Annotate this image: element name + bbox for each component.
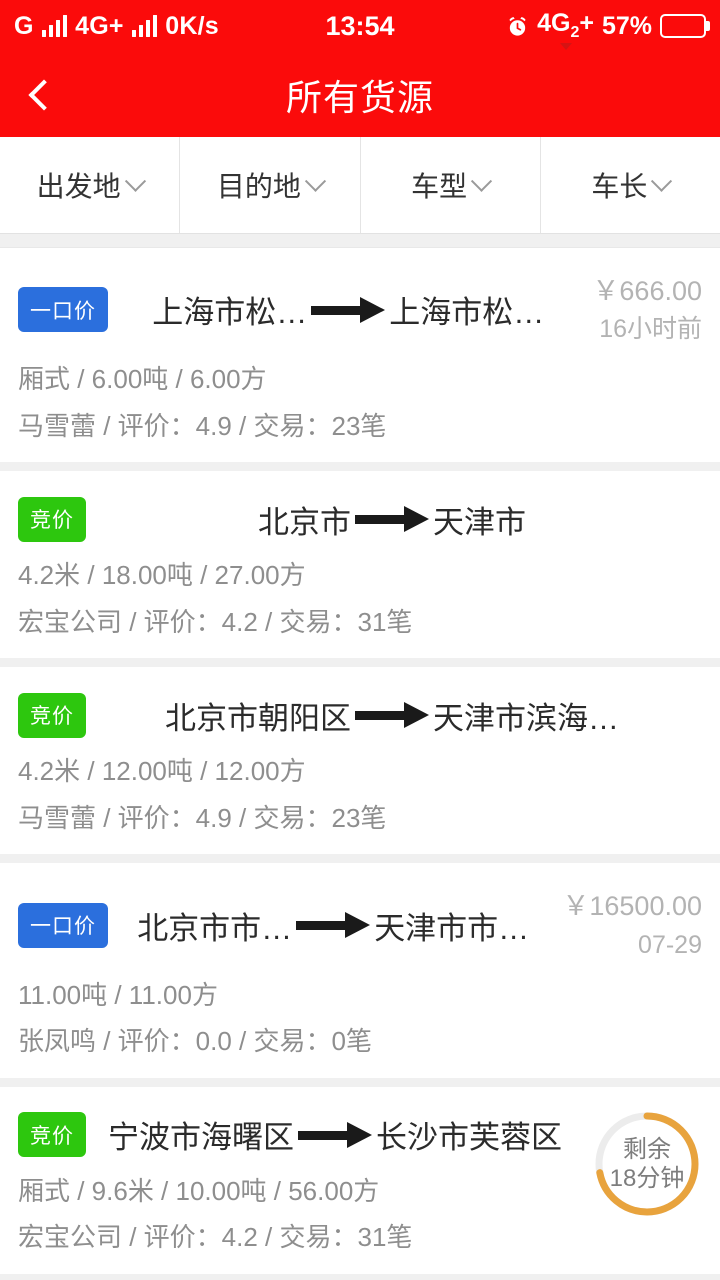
countdown-label-block: 剩余 18分钟 <box>592 1109 702 1219</box>
cargo-origin: 宁波市海曙区 <box>108 1120 294 1156</box>
filter-vehicle-length[interactable]: 车长 <box>541 137 720 233</box>
cargo-badge: 一口价 <box>18 902 108 948</box>
filter-vehicle-type-label: 车型 <box>411 171 468 202</box>
app-root: G 4G+ 0K/s 13:54 4G2+ 57% 所有货源 出发地 目的地 车… <box>0 0 720 1280</box>
cargo-destination: 天津市市… <box>374 910 530 946</box>
arrow-right-icon <box>355 702 429 729</box>
filter-destination[interactable]: 目的地 <box>180 137 361 233</box>
cargo-list-item[interactable]: 一口价 上海市松… 上海市松… ￥666.00 16小时前 厢式 / 6.00吨… <box>0 248 720 472</box>
signal-bars-icon <box>41 15 68 37</box>
status-bar-right: 4G2+ 57% <box>506 9 706 50</box>
cargo-shipper: 宏宝公司 / 评价：4.2 / 交易：31笔 <box>18 606 413 637</box>
cargo-price-block: ￥666.00 16小时前 <box>588 272 702 347</box>
cargo-price-block: ￥16500.00 07-29 <box>558 887 702 962</box>
cargo-origin: 北京市 <box>258 504 351 540</box>
cargo-spec: 厢式 / 6.00吨 / 6.00方 <box>18 364 267 395</box>
cargo-list-item[interactable]: 竞价 宁波市海曙区 长沙市芙蓉区 厢式 / 9.6米 / 10.00吨 / 56… <box>0 1086 720 1280</box>
cargo-route: 上海市松… 上海市松… <box>108 287 588 332</box>
cargo-destination: 天津市 <box>433 504 526 540</box>
countdown-label: 剩余 <box>623 1135 671 1163</box>
cargo-list-item[interactable]: 一口价 北京市市… 天津市市… ￥16500.00 07-29 11.00吨 /… <box>0 863 720 1087</box>
cargo-list-item[interactable]: 竞价 北京市 天津市 4.2米 / 18.00吨 / 27.00方 宏宝公司 /… <box>0 471 720 668</box>
chevron-down-icon <box>304 170 326 192</box>
cargo-route: 北京市 天津市 <box>86 497 698 542</box>
cargo-spec: 11.00吨 / 11.00方 <box>18 979 218 1010</box>
battery-percent-label: 57% <box>601 11 652 40</box>
filter-vehicle-length-label: 车长 <box>591 171 648 202</box>
cargo-route-row: 一口价 北京市市… 天津市市… ￥16500.00 07-29 <box>18 887 702 962</box>
network-speed-label: 0K/s <box>165 11 219 40</box>
cargo-route-row: 一口价 上海市松… 上海市松… ￥666.00 16小时前 <box>18 272 702 347</box>
cargo-route: 北京市市… 天津市市… <box>108 903 558 948</box>
content-gap-divider <box>0 234 720 248</box>
cargo-badge: 竞价 <box>18 496 86 542</box>
filter-vehicle-type[interactable]: 车型 <box>361 137 541 233</box>
cargo-shipper: 张凤鸣 / 评价：0.0 / 交易：0笔 <box>18 1026 372 1057</box>
alarm-clock-icon <box>506 15 529 38</box>
network-right-label: 4G2+ <box>537 9 594 50</box>
cargo-shipper: 马雪蕾 / 评价：4.9 / 交易：23笔 <box>18 410 387 441</box>
cargo-time: 16小时前 <box>599 315 702 344</box>
carrier-label: G <box>14 11 34 40</box>
cargo-destination: 长沙市芙蓉区 <box>376 1120 562 1156</box>
arrow-right-icon <box>296 912 371 939</box>
cargo-route: 北京市朝阳区 天津市滨海… <box>86 693 698 738</box>
network-indicator-icon <box>559 43 572 50</box>
cargo-list-item[interactable]: 竞价 北京市朝阳区 天津市滨海… 4.2米 / 12.00吨 / 12.00方 … <box>0 667 720 864</box>
cargo-price: ￥16500.00 <box>562 891 702 922</box>
cargo-spec: 4.2米 / 12.00吨 / 12.00方 <box>18 756 306 787</box>
chevron-down-icon <box>124 170 146 192</box>
cargo-origin: 北京市市… <box>137 910 293 946</box>
signal-bars-icon-2 <box>131 15 158 37</box>
cargo-shipper: 马雪蕾 / 评价：4.9 / 交易：23笔 <box>18 802 387 833</box>
filter-origin[interactable]: 出发地 <box>0 137 181 233</box>
arrow-right-icon <box>355 506 429 533</box>
cargo-route-row: 竞价 北京市 天津市 <box>18 495 702 543</box>
chevron-down-icon <box>651 170 673 192</box>
arrow-right-icon <box>311 296 386 323</box>
status-bar-left: G 4G+ 0K/s <box>14 12 219 41</box>
network-right-plus: + <box>579 9 594 37</box>
cargo-shipper: 宏宝公司 / 评价：4.2 / 交易：31笔 <box>18 1222 413 1253</box>
network-right-sub: 2 <box>570 24 580 41</box>
cargo-list: 一口价 上海市松… 上海市松… ￥666.00 16小时前 厢式 / 6.00吨… <box>0 248 720 1280</box>
chevron-left-icon <box>28 78 60 111</box>
network-right-main: 4G <box>537 9 571 37</box>
network-type-label: 4G+ <box>75 11 124 40</box>
cargo-badge: 竞价 <box>18 1112 86 1158</box>
arrow-right-icon <box>298 1121 372 1148</box>
filter-bar: 出发地 目的地 车型 车长 <box>0 137 720 234</box>
cargo-time: 07-29 <box>638 930 702 959</box>
cargo-route: 宁波市海曙区 长沙市芙蓉区 <box>86 1112 580 1157</box>
cargo-badge: 竞价 <box>18 692 86 738</box>
cargo-destination: 上海市松… <box>389 295 545 331</box>
filter-destination-label: 目的地 <box>216 171 301 202</box>
chevron-down-icon <box>471 170 493 192</box>
battery-icon <box>660 14 706 38</box>
title-bar: 所有货源 <box>0 52 720 137</box>
cargo-route-row: 竞价 北京市朝阳区 天津市滨海… <box>18 691 702 739</box>
status-bar: G 4G+ 0K/s 13:54 4G2+ 57% <box>0 0 720 52</box>
countdown-value: 18分钟 <box>609 1164 685 1192</box>
cargo-destination: 天津市滨海… <box>433 700 619 736</box>
cargo-origin: 北京市朝阳区 <box>165 700 351 736</box>
back-button[interactable] <box>0 52 80 137</box>
cargo-spec: 4.2米 / 18.00吨 / 27.00方 <box>18 560 306 591</box>
filter-origin-label: 出发地 <box>36 171 121 202</box>
cargo-price: ￥666.00 <box>592 276 702 306</box>
cargo-badge: 一口价 <box>18 287 108 333</box>
cargo-origin: 上海市松… <box>152 295 308 331</box>
countdown-ring-icon: 剩余 18分钟 <box>592 1109 702 1219</box>
page-title: 所有货源 <box>285 76 434 118</box>
